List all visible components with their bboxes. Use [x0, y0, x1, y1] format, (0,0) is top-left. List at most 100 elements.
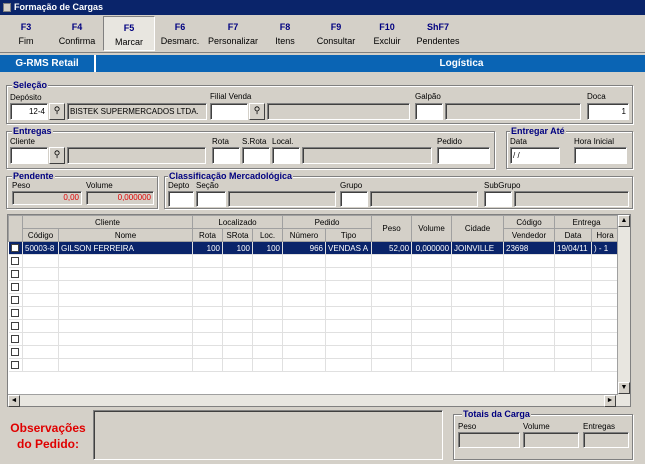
- window-title: Formação de Cargas: [14, 2, 104, 12]
- subgrupo-input[interactable]: [484, 191, 512, 207]
- deposito-input[interactable]: 12-4: [10, 103, 48, 120]
- table-row[interactable]: [8, 306, 620, 320]
- row-checkbox[interactable]: [8, 293, 23, 307]
- vertical-scrollbar[interactable]: ▲ ▼: [617, 215, 630, 406]
- checkbox-icon[interactable]: [11, 309, 20, 317]
- codigo-column-header[interactable]: Código: [22, 228, 59, 242]
- galpao-input[interactable]: [415, 103, 443, 120]
- cell-numero: [282, 332, 327, 346]
- f10-excluir-button[interactable]: F10 Excluir: [362, 16, 412, 51]
- scroll-right-icon[interactable]: ►: [604, 395, 616, 407]
- hora-column-header[interactable]: Hora: [591, 228, 620, 242]
- pedido-input[interactable]: [437, 147, 490, 164]
- rota-input[interactable]: [212, 147, 240, 164]
- depto-label: Depto: [168, 181, 190, 190]
- cell-volume: [411, 345, 453, 359]
- f6-desmarc-button[interactable]: F6 Desmarc.: [155, 16, 205, 51]
- table-row[interactable]: [8, 280, 620, 294]
- row-checkbox[interactable]: [8, 254, 23, 268]
- cell-rota: [192, 345, 223, 359]
- pendente-volume-field: 0,000000: [86, 191, 154, 205]
- srota-input[interactable]: [242, 147, 270, 164]
- f5-marcar-button[interactable]: F5 Marcar: [103, 16, 155, 51]
- checkbox-icon[interactable]: [11, 335, 20, 343]
- table-row[interactable]: 50003-8 GILSON FERREIRA 100 100 100 966 VENDAS…: [8, 241, 620, 255]
- cell-peso: [371, 332, 413, 346]
- pendente-peso-field: 0,00: [12, 191, 82, 205]
- nome-column-header[interactable]: Nome: [58, 228, 193, 242]
- vendedor-column-header[interactable]: Vendedor: [503, 228, 556, 242]
- horizontal-scrollbar[interactable]: ◄ ►: [8, 394, 618, 407]
- row-checkbox[interactable]: [8, 267, 23, 281]
- scroll-up-icon[interactable]: ▲: [618, 215, 630, 227]
- cell-cidade: [451, 306, 505, 320]
- row-checkbox[interactable]: [8, 358, 23, 372]
- tipo-column-header[interactable]: Tipo: [325, 228, 373, 242]
- filial-search-button[interactable]: ⚲: [249, 103, 265, 120]
- cell-cidade: [451, 358, 505, 372]
- pedido-group-header: Pedido: [282, 215, 373, 229]
- checkbox-icon[interactable]: [11, 322, 20, 330]
- totais-volume-field: [523, 432, 579, 448]
- cell-tipo: [325, 345, 373, 359]
- table-row[interactable]: [8, 332, 620, 346]
- galpao-label: Galpão: [415, 92, 441, 101]
- f4-confirma-button[interactable]: F4 Confirma: [52, 16, 102, 51]
- row-checkbox[interactable]: [8, 306, 23, 320]
- checkbox-icon[interactable]: [11, 244, 20, 252]
- cliente-input[interactable]: [10, 147, 48, 164]
- subgrupo-name-field: [514, 191, 629, 207]
- table-row[interactable]: [8, 267, 620, 281]
- cell-volume: [411, 267, 453, 281]
- filial-input[interactable]: [210, 103, 248, 120]
- pedidos-grid[interactable]: Cliente Localizado Pedido Peso Volume Ci…: [7, 214, 631, 407]
- row-checkbox[interactable]: [8, 280, 23, 294]
- scroll-down-icon[interactable]: ▼: [618, 382, 630, 394]
- table-row[interactable]: [8, 254, 620, 268]
- grupo-input[interactable]: [340, 191, 368, 207]
- checkbox-icon[interactable]: [11, 257, 20, 265]
- data-input[interactable]: / /: [510, 147, 560, 164]
- peso-column-header[interactable]: Peso: [371, 215, 413, 242]
- f8-itens-button[interactable]: F8 Itens: [260, 16, 310, 51]
- srota-column-header[interactable]: SRota: [222, 228, 253, 242]
- data-column-header[interactable]: Data: [554, 228, 593, 242]
- cell-vendedor: [503, 319, 556, 333]
- volume-column-header[interactable]: Volume: [411, 215, 453, 242]
- loc-column-header[interactable]: Loc.: [251, 228, 284, 242]
- f3-fim-button[interactable]: F3 Fim: [1, 16, 51, 51]
- toolbar: F3 Fim F4 Confirma F5 Marcar F6 Desmarc. F7 P…: [0, 15, 645, 53]
- cliente-search-button[interactable]: ⚲: [49, 147, 65, 164]
- cidade-column-header[interactable]: Cidade: [451, 215, 505, 242]
- cell-rota: [192, 319, 223, 333]
- deposito-search-button[interactable]: ⚲: [49, 103, 65, 120]
- galpao-name-field: [445, 103, 581, 120]
- table-row[interactable]: [8, 345, 620, 359]
- shf7-pendentes-button[interactable]: ShF7 Pendentes: [413, 16, 463, 51]
- row-checkbox[interactable]: [8, 319, 23, 333]
- secao-input[interactable]: [196, 191, 226, 207]
- local-input[interactable]: [272, 147, 300, 164]
- numero-column-header[interactable]: Número: [282, 228, 327, 242]
- doca-input[interactable]: 1: [587, 103, 629, 120]
- table-row[interactable]: [8, 319, 620, 333]
- depto-input[interactable]: [168, 191, 194, 207]
- rota-column-header[interactable]: Rota: [192, 228, 223, 242]
- checkbox-icon[interactable]: [11, 348, 20, 356]
- f7-personalizar-button[interactable]: F7 Personalizar: [206, 16, 260, 51]
- checkbox-icon[interactable]: [11, 283, 20, 291]
- cell-numero: [282, 267, 327, 281]
- table-row[interactable]: [8, 293, 620, 307]
- checkbox-icon[interactable]: [11, 361, 20, 369]
- row-checkbox[interactable]: [8, 241, 23, 255]
- scroll-left-icon[interactable]: ◄: [8, 395, 20, 407]
- table-row[interactable]: [8, 358, 620, 372]
- deposito-label: Depósito: [10, 93, 42, 102]
- cell-loc: [252, 306, 284, 320]
- f9-consultar-button[interactable]: F9 Consultar: [311, 16, 361, 51]
- checkbox-icon[interactable]: [11, 296, 20, 304]
- row-checkbox[interactable]: [8, 332, 23, 346]
- checkbox-icon[interactable]: [11, 270, 20, 278]
- hora-inicial-input[interactable]: [574, 147, 627, 164]
- row-checkbox[interactable]: [8, 345, 23, 359]
